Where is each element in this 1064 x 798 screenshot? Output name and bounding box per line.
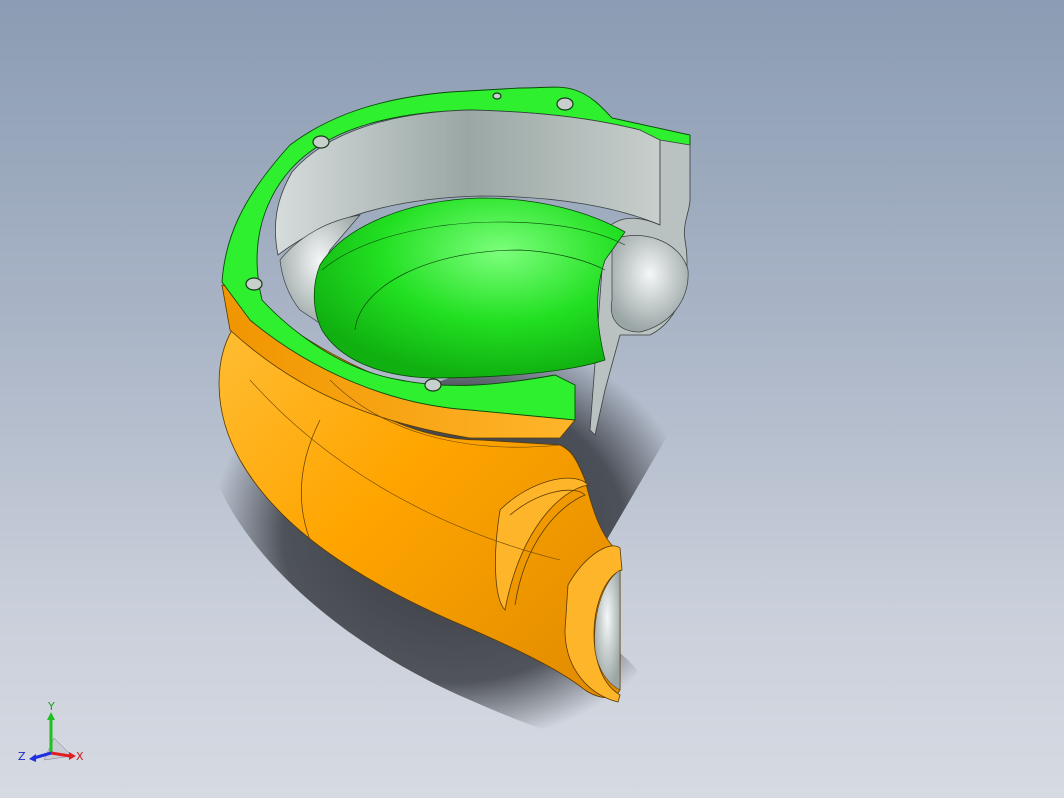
y-axis-label: Y	[47, 700, 55, 713]
pump-volute-model[interactable]	[0, 0, 1064, 798]
x-axis-arrow	[69, 752, 76, 760]
suction-bowl	[313, 197, 626, 379]
bolt-hole	[312, 135, 330, 149]
z-axis-arrow	[29, 754, 36, 762]
3d-viewport[interactable]: Y X Z	[0, 0, 1064, 798]
orientation-triad[interactable]: Y X Z	[14, 698, 94, 778]
z-axis-label: Z	[18, 750, 26, 763]
x-axis-label: X	[76, 750, 84, 763]
bolt-hole	[424, 378, 442, 392]
bolt-hole	[556, 97, 574, 111]
bolt-hole	[492, 92, 502, 100]
y-axis-arrow	[47, 712, 55, 720]
bolt-hole	[245, 277, 263, 291]
